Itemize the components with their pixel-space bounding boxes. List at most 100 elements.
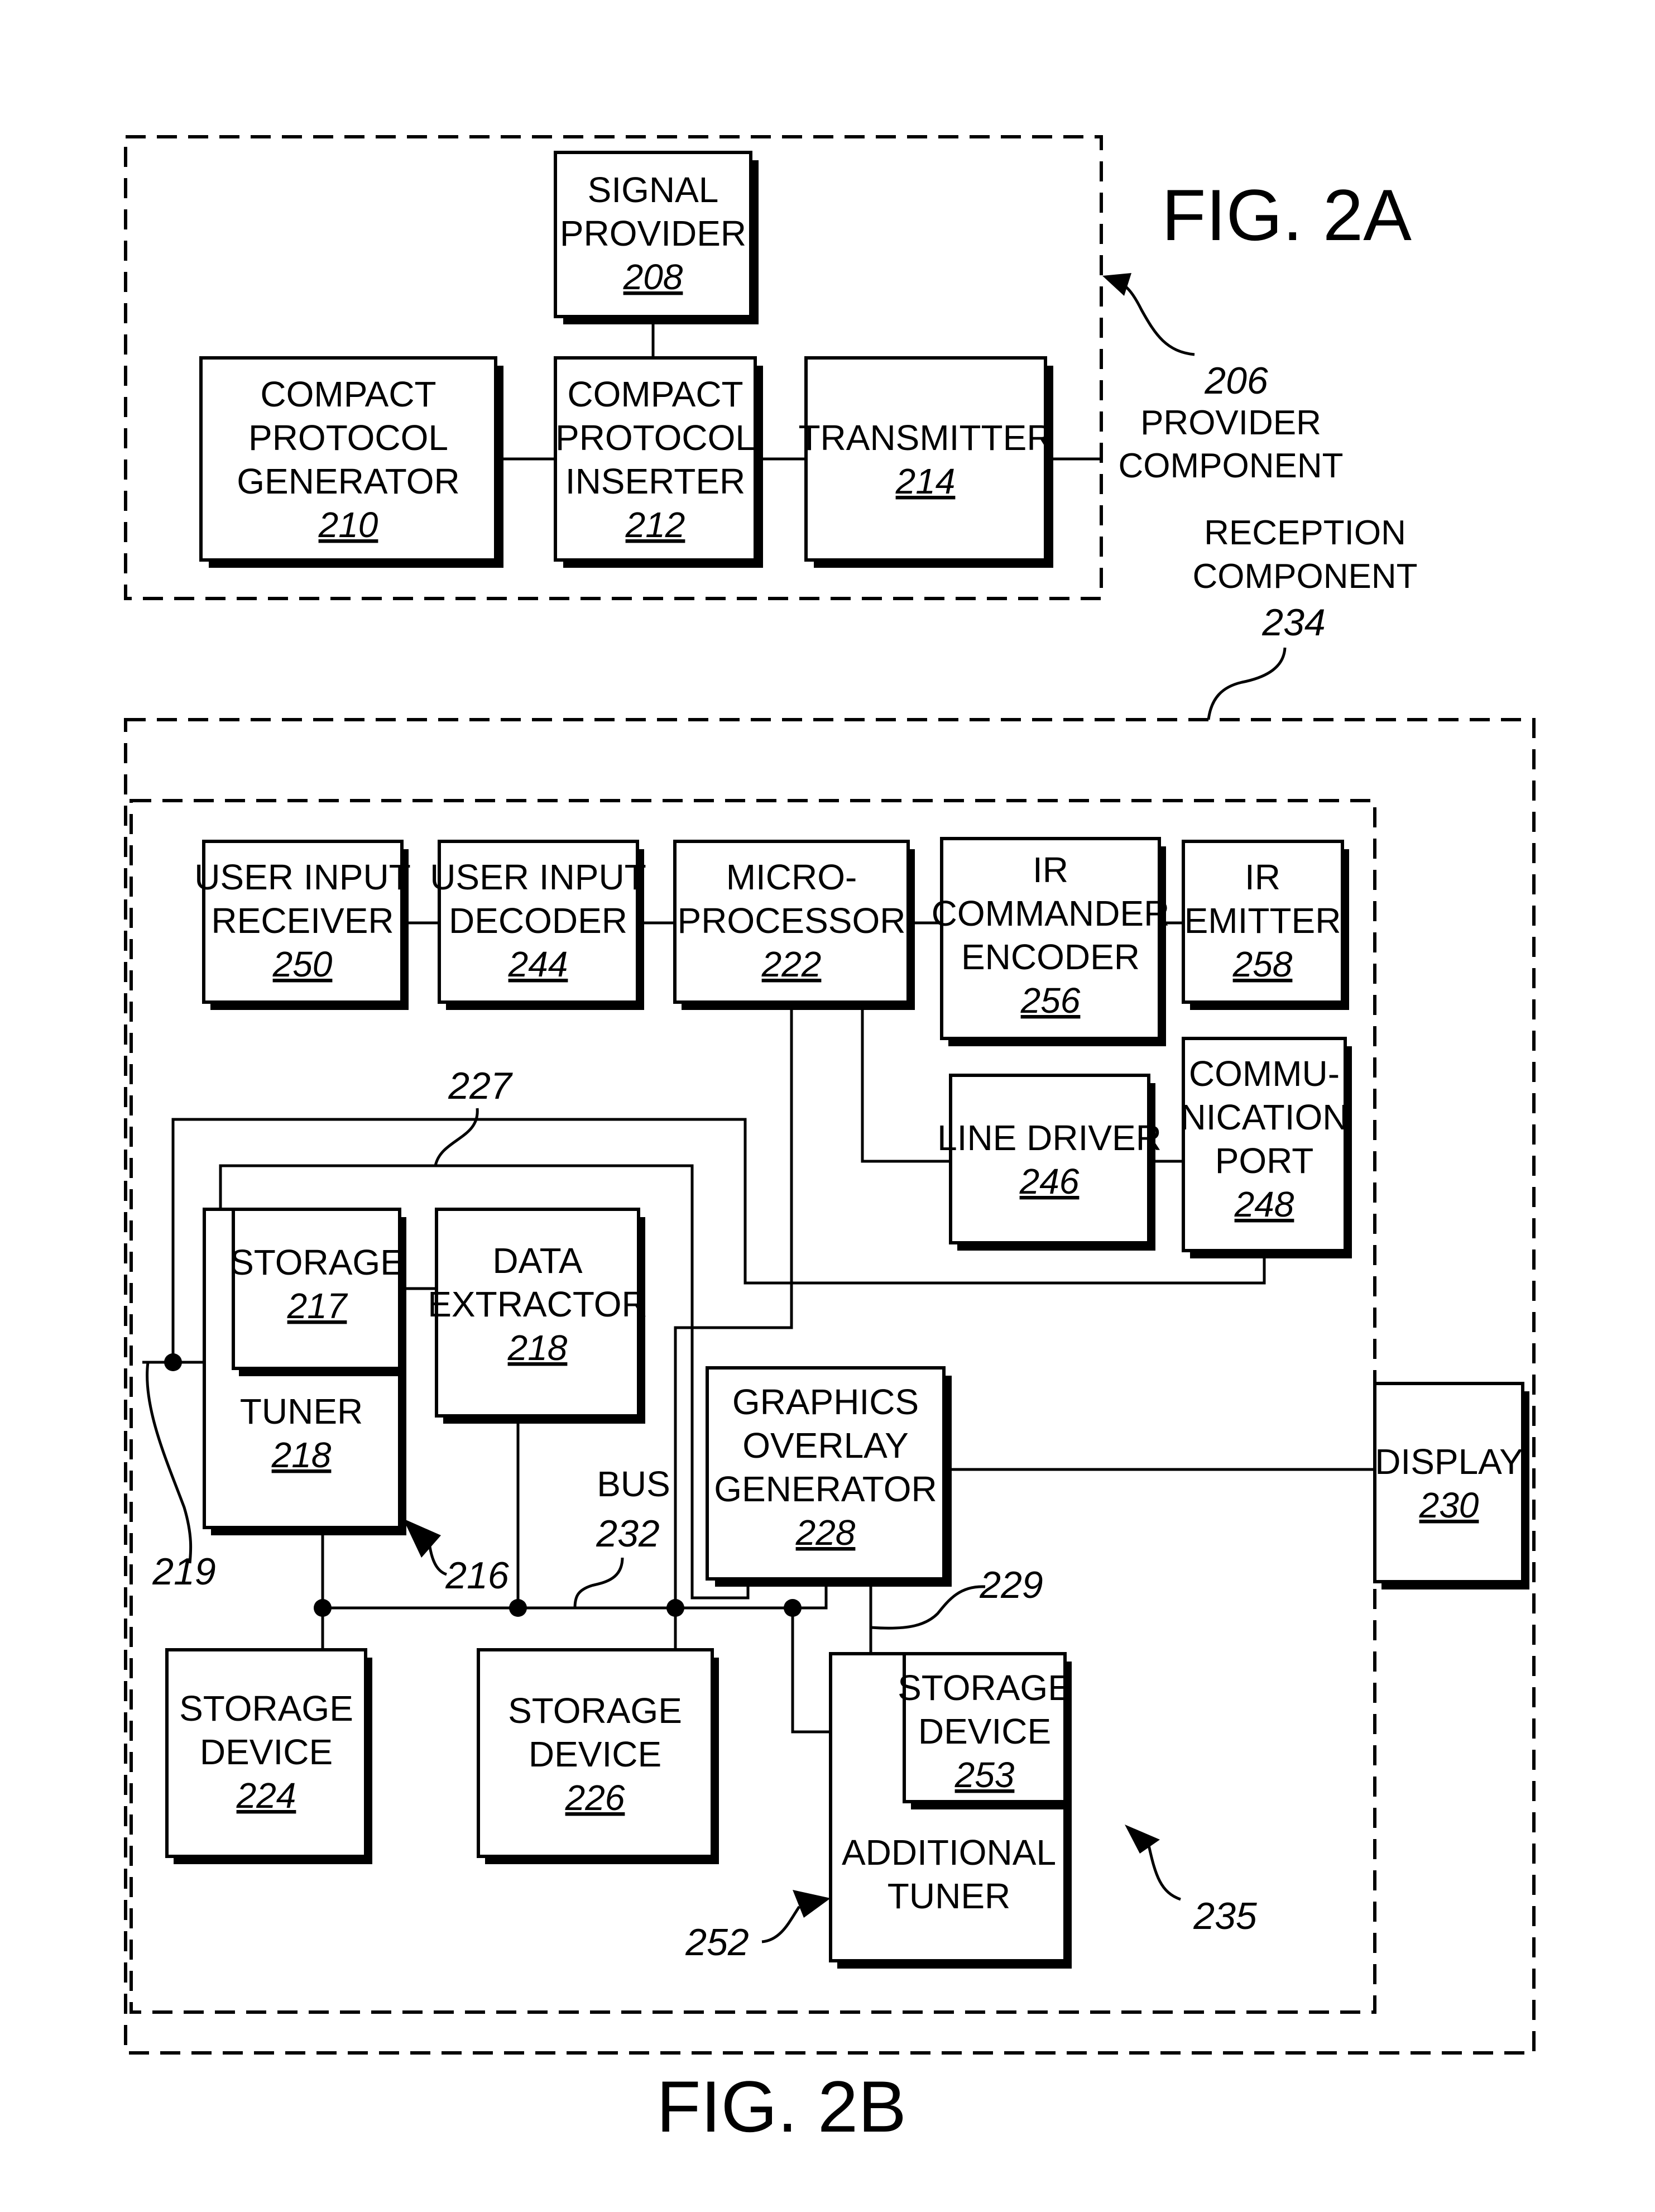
block-storage-device-226: STORAGE DEVICE 226 xyxy=(477,1648,719,1864)
ref-number: 218 xyxy=(507,1328,568,1368)
label-line: STORAGE xyxy=(898,1668,1072,1708)
block-line-driver: LINE DRIVER 246 xyxy=(937,1074,1162,1251)
label-line: DECODER xyxy=(449,901,627,941)
leader-216 xyxy=(428,1546,447,1576)
label-line: COMPACT xyxy=(260,374,436,414)
label-line: COMMU- xyxy=(1189,1054,1340,1094)
ref-216: 216 xyxy=(445,1554,509,1597)
block-tuner: STORAGE 217 TUNER 218 xyxy=(203,1208,406,1535)
ref-number: 250 xyxy=(272,944,333,984)
ref-number: 226 xyxy=(565,1778,625,1818)
reception-caption: RECEPTION xyxy=(1204,514,1406,552)
label-line: RECEIVER xyxy=(211,901,394,941)
label-line: PROCESSOR xyxy=(678,901,906,941)
ref-number: 228 xyxy=(795,1512,856,1553)
label-line: ADDITIONAL xyxy=(842,1832,1056,1873)
block-compact-protocol-inserter: COMPACT PROTOCOL INSERTER 212 xyxy=(554,356,763,568)
block-microprocessor: MICRO- PROCESSOR 222 xyxy=(673,840,915,1010)
label-line: DISPLAY xyxy=(1375,1442,1523,1482)
label-line: STORAGE xyxy=(230,1242,404,1282)
label-line: DATA xyxy=(492,1241,583,1281)
label-line: NICATION xyxy=(1180,1097,1348,1137)
ref-number: 224 xyxy=(236,1775,296,1816)
block-ir-commander-encoder: IR COMMANDER ENCODER 256 xyxy=(932,837,1170,1046)
ref-number: 258 xyxy=(1232,944,1293,984)
ref-number: 217 xyxy=(287,1286,348,1326)
arrow-head-icon xyxy=(403,1519,441,1558)
ref-number: 222 xyxy=(761,944,822,984)
block-ir-emitter: IR EMITTER 258 xyxy=(1182,840,1349,1010)
label-line: DEVICE xyxy=(529,1734,661,1774)
label-line: IR xyxy=(1245,857,1280,897)
arrow-head-icon xyxy=(1102,273,1131,296)
ref-227: 227 xyxy=(448,1065,513,1107)
label-line: DEVICE xyxy=(200,1732,333,1772)
label-line: LINE DRIVER xyxy=(937,1118,1162,1158)
junction xyxy=(784,1599,802,1617)
label-line: GRAPHICS xyxy=(732,1382,919,1422)
block-compact-protocol-generator: COMPACT PROTOCOL GENERATOR 210 xyxy=(199,356,503,568)
block-additional-tuner: STORAGE DEVICE 253 ADDITIONAL TUNER xyxy=(829,1652,1072,1969)
block-graphics-overlay-generator: GRAPHICS OVERLAY GENERATOR 228 xyxy=(706,1366,952,1587)
label-line: EXTRACTOR xyxy=(428,1284,647,1324)
wire xyxy=(791,1608,831,1734)
ref-number: 210 xyxy=(318,505,378,545)
ref-number: 212 xyxy=(625,505,685,545)
label-line: ENCODER xyxy=(961,937,1140,977)
label-line: EMITTER xyxy=(1184,901,1341,941)
label-line: GENERATOR xyxy=(237,461,459,501)
provider-caption: COMPONENT xyxy=(1119,447,1344,485)
label-line: PROTOCOL xyxy=(555,418,755,458)
ref-229: 229 xyxy=(979,1564,1043,1606)
label-line: USER INPUT xyxy=(430,857,646,897)
label-line: COMPACT xyxy=(567,374,743,414)
ref-252: 252 xyxy=(685,1921,749,1964)
ref-206: 206 xyxy=(1204,360,1268,402)
label-line: SIGNAL xyxy=(588,170,719,210)
block-storage-device-224: STORAGE DEVICE 224 xyxy=(165,1648,372,1864)
block-transmitter: TRANSMITTER 214 xyxy=(798,356,1053,568)
block-signal-provider: SIGNAL PROVIDER 208 xyxy=(554,151,759,324)
label-line: PORT xyxy=(1215,1141,1314,1181)
label-line: TRANSMITTER xyxy=(798,418,1052,458)
figure-title-2b: FIG. 2B xyxy=(656,2066,906,2147)
block-display: DISPLAY 230 xyxy=(1373,1382,1529,1589)
leader-219 xyxy=(146,1362,193,1564)
provider-caption: PROVIDER xyxy=(1140,404,1321,442)
label-line: IR xyxy=(1033,850,1068,890)
leader-206 xyxy=(1121,282,1195,356)
ref-number: 208 xyxy=(623,257,683,297)
leader-229 xyxy=(870,1585,986,1630)
leader-234 xyxy=(1207,647,1287,720)
label-line: USER INPUT xyxy=(194,857,411,897)
bus-label: BUS xyxy=(597,1464,670,1504)
leader-227 xyxy=(434,1108,479,1166)
label-line: PROVIDER xyxy=(560,213,746,253)
junction xyxy=(314,1599,332,1617)
ref-219: 219 xyxy=(152,1550,215,1593)
ref-number: 230 xyxy=(1419,1485,1479,1525)
ref-number: 256 xyxy=(1020,980,1081,1021)
label-line: OVERLAY xyxy=(742,1425,909,1466)
leader-232 xyxy=(573,1557,624,1608)
patent-figure: SIGNAL PROVIDER 208 COMPACT PROTOCOL GEN… xyxy=(124,135,1536,2147)
leader-235 xyxy=(1147,1845,1181,1901)
arrow-head-icon xyxy=(1125,1825,1160,1854)
junction xyxy=(666,1599,684,1617)
label-line: STORAGE xyxy=(179,1688,353,1729)
label-line: STORAGE xyxy=(508,1691,682,1731)
ref-number: 218 xyxy=(271,1435,332,1475)
ref-number: 244 xyxy=(508,944,568,984)
block-user-input-decoder: USER INPUT DECODER 244 xyxy=(430,840,646,1010)
label-line: TUNER xyxy=(888,1876,1010,1916)
ref-number: 253 xyxy=(954,1755,1015,1795)
block-communication-port: COMMU- NICATION PORT 248 xyxy=(1180,1037,1352,1258)
label-line: COMMANDER xyxy=(932,893,1170,933)
label-line: INSERTER xyxy=(565,461,745,501)
ref-number: 214 xyxy=(895,461,956,501)
figure-title-2a: FIG. 2A xyxy=(1162,174,1412,256)
label-line: TUNER xyxy=(240,1391,363,1431)
leader-252 xyxy=(761,1905,801,1943)
label-line: DEVICE xyxy=(918,1711,1051,1751)
ref-235: 235 xyxy=(1193,1895,1257,1937)
